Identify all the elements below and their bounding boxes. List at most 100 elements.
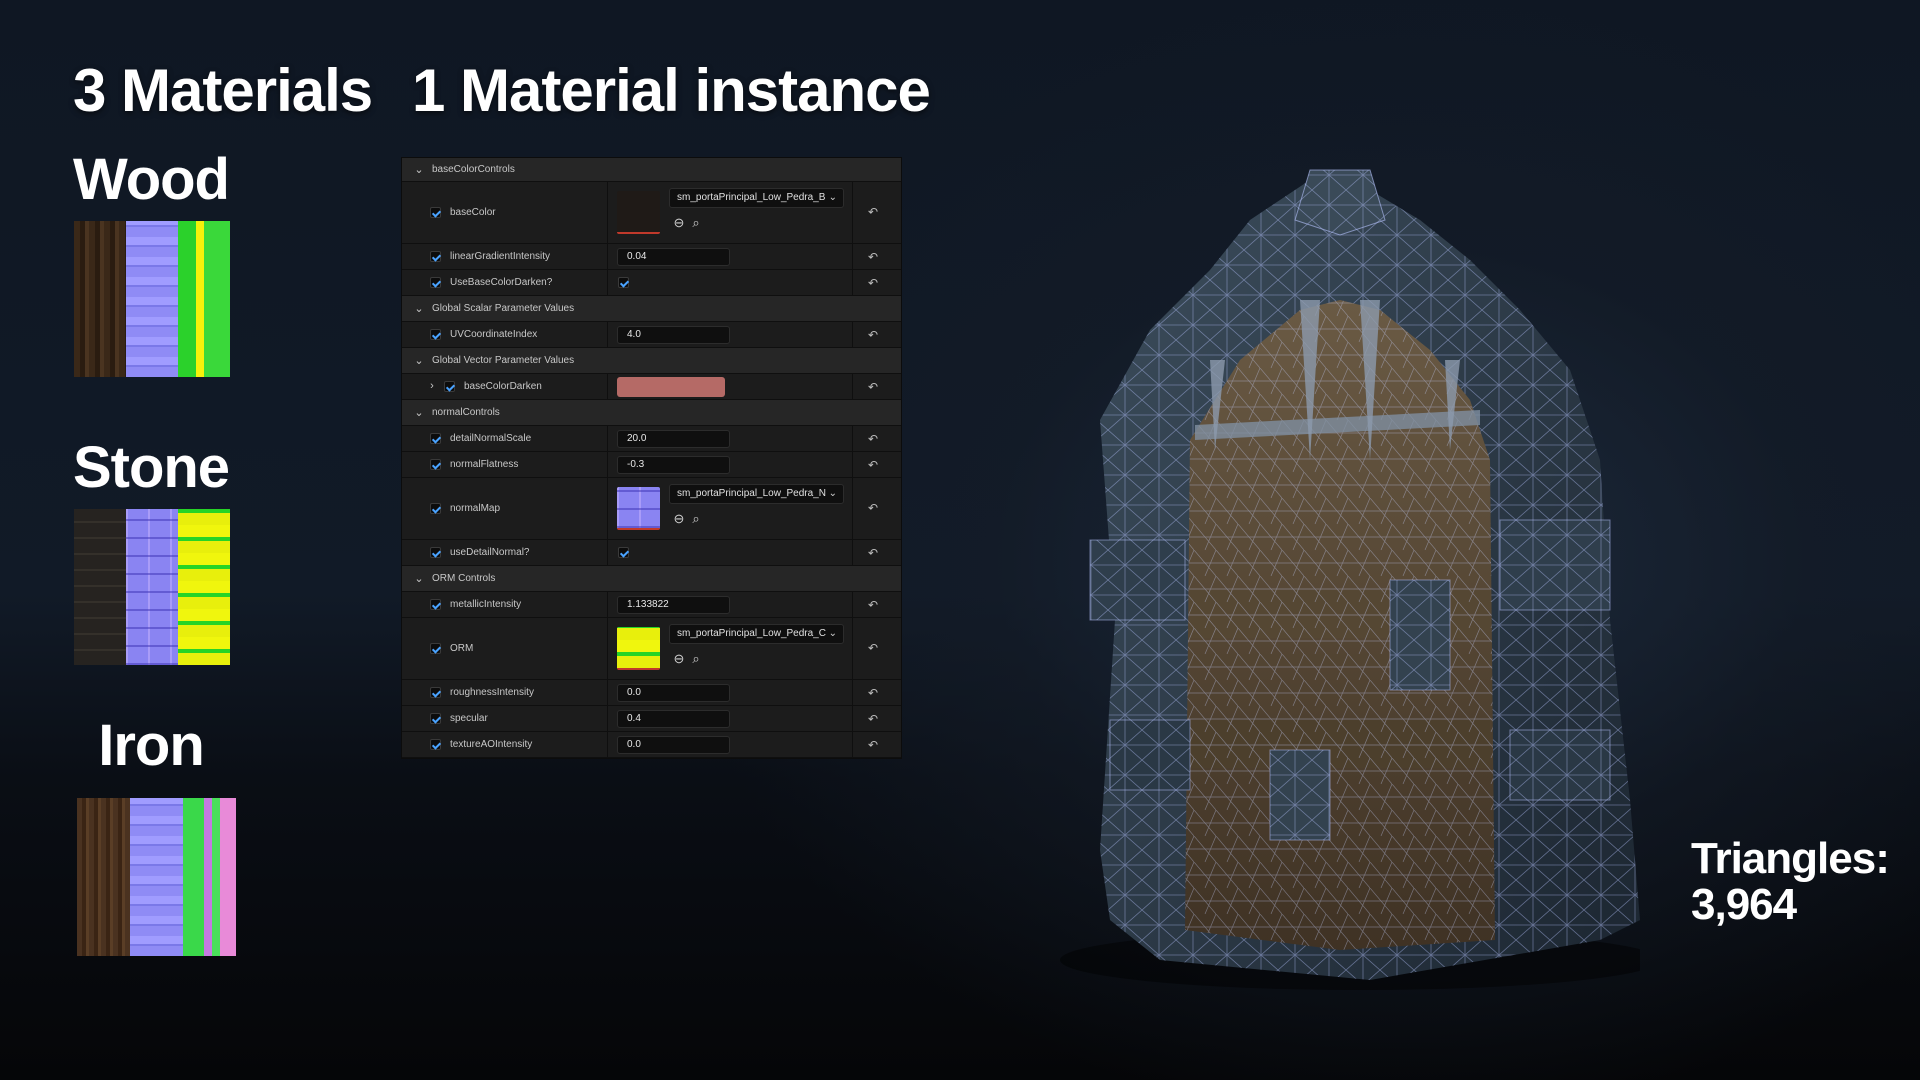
param-label: roughnessIntensity [450,687,534,698]
section-global-vector-parameter-values[interactable]: ⌄ Global Vector Parameter Values [402,348,901,374]
browse-arrow-icon[interactable]: ⊖ [672,216,686,230]
checkbox-icon[interactable] [430,687,441,698]
normal-map-asset-dropdown[interactable]: sm_portaPrincipal_Low_Pedra_N ⌄ [669,484,844,504]
base-color-texture-thumbnail[interactable] [617,191,660,234]
section-orm-controls[interactable]: ⌄ ORM Controls [402,566,901,592]
param-label: ORM [450,643,474,654]
chevron-down-icon[interactable]: ⌄ [413,354,425,367]
reset-arrow-icon[interactable]: ↶ [866,328,880,342]
wood-base-color-texture [74,221,126,377]
checkbox-icon[interactable] [430,503,441,514]
checkbox-icon[interactable] [430,713,441,724]
dropdown-arrow-icon: ⌄ [828,628,837,639]
search-icon[interactable]: ⌕ [689,216,703,230]
orm-texture-thumbnail[interactable] [617,627,660,670]
dropdown-arrow-icon: ⌄ [828,192,837,203]
reset-arrow-icon[interactable]: ↶ [866,738,880,752]
detail-normal-scale-field[interactable]: 20.0 [617,430,730,448]
param-row-linear-gradient-intensity: linearGradientIntensity 0.04 ↶ [402,244,901,270]
section-base-color-controls[interactable]: ⌄ baseColorControls [402,158,901,182]
dropdown-value: sm_portaPrincipal_Low_Pedra_B [677,192,826,203]
normal-map-texture-thumbnail[interactable] [617,487,660,530]
stone-normal-texture [126,509,178,665]
wood-label: Wood [73,147,230,212]
param-label: UVCoordinateIndex [450,329,538,340]
section-global-scalar-parameter-values[interactable]: ⌄ Global Scalar Parameter Values [402,296,901,322]
reset-arrow-icon[interactable]: ↶ [866,546,880,560]
reset-arrow-icon[interactable]: ↶ [866,380,880,394]
reset-arrow-icon[interactable]: ↶ [866,641,880,655]
param-row-specular: specular 0.4 ↶ [402,706,901,732]
chevron-down-icon[interactable]: ⌄ [413,163,425,176]
browse-arrow-icon[interactable]: ⊖ [672,652,686,666]
iron-normal-texture [130,798,183,956]
base-color-asset-dropdown[interactable]: sm_portaPrincipal_Low_Pedra_B ⌄ [669,188,844,208]
search-icon[interactable]: ⌕ [689,512,703,526]
checkbox-icon[interactable] [430,277,441,288]
reset-arrow-icon[interactable]: ↶ [866,501,880,515]
roughness-intensity-field[interactable]: 0.0 [617,684,730,702]
browse-arrow-icon[interactable]: ⊖ [672,512,686,526]
chevron-down-icon[interactable]: ⌄ [413,572,425,585]
use-base-color-darken-checkbox[interactable] [618,277,629,288]
param-label: normalMap [450,503,501,514]
reset-arrow-icon[interactable]: ↶ [866,686,880,700]
metallic-intensity-field[interactable]: 1.133822 [617,596,730,614]
reset-arrow-icon[interactable]: ↶ [866,598,880,612]
param-row-uv-coordinate-index: UVCoordinateIndex 4.0 ↶ [402,322,901,348]
checkbox-icon[interactable] [444,381,455,392]
normal-flatness-field[interactable]: -0.3 [617,456,730,474]
reset-arrow-icon[interactable]: ↶ [866,205,880,219]
param-label: UseBaseColorDarken? [450,277,553,288]
search-icon[interactable]: ⌕ [689,652,703,666]
reset-arrow-icon[interactable]: ↶ [866,458,880,472]
wood-normal-texture [126,221,178,377]
triangle-count-value: 3,964 [1691,880,1797,929]
base-color-darken-swatch[interactable] [617,377,725,397]
checkbox-icon[interactable] [430,433,441,444]
reset-arrow-icon[interactable]: ↶ [866,250,880,264]
checkbox-icon[interactable] [430,207,441,218]
param-label: normalFlatness [450,459,519,470]
iron-label: Iron [98,713,205,778]
param-row-normal-flatness: normalFlatness -0.3 ↶ [402,452,901,478]
checkbox-icon[interactable] [430,547,441,558]
chevron-down-icon[interactable]: ⌄ [413,406,425,419]
chevron-down-icon[interactable]: ⌄ [413,302,425,315]
param-row-use-detail-normal: useDetailNormal? ↶ [402,540,901,566]
iron-base-color-texture [77,798,130,956]
reset-arrow-icon[interactable]: ↶ [866,432,880,446]
dropdown-arrow-icon: ⌄ [828,488,837,499]
reset-arrow-icon[interactable]: ↶ [866,712,880,726]
param-label: baseColor [450,207,496,218]
checkbox-icon[interactable] [430,459,441,470]
checkbox-icon[interactable] [430,739,441,750]
section-label: normalControls [432,407,500,418]
reset-arrow-icon[interactable]: ↶ [866,276,880,290]
param-row-metallic-intensity: metallicIntensity 1.133822 ↶ [402,592,901,618]
checkbox-icon[interactable] [430,599,441,610]
linear-gradient-intensity-field[interactable]: 0.04 [617,248,730,266]
checkbox-icon[interactable] [430,329,441,340]
section-label: Global Vector Parameter Values [432,355,575,366]
chevron-right-icon[interactable]: › [426,380,438,392]
use-detail-normal-checkbox[interactable] [618,547,629,558]
triangle-count-label: Triangles: [1691,834,1890,883]
specular-field[interactable]: 0.4 [617,710,730,728]
orm-asset-dropdown[interactable]: sm_portaPrincipal_Low_Pedra_C ⌄ [669,624,844,644]
param-label: baseColorDarken [464,381,542,392]
uv-coordinate-index-field[interactable]: 4.0 [617,326,730,344]
checkbox-icon[interactable] [430,643,441,654]
param-row-normal-map: normalMap sm_portaPrincipal_Low_Pedra_N … [402,478,901,540]
param-label: textureAOIntensity [450,739,533,750]
checkbox-icon[interactable] [430,251,441,262]
section-normal-controls[interactable]: ⌄ normalControls [402,400,901,426]
stone-orm-texture [178,509,230,665]
texture-ao-intensity-field[interactable]: 0.0 [617,736,730,754]
materials-heading: 3 Materials [73,57,373,124]
door-wireframe-mesh [1060,169,1640,990]
stone-texture-strip [74,509,230,665]
material-instance-heading: 1 Material instance [412,57,931,124]
param-row-base-color-darken: › baseColorDarken ↶ [402,374,901,400]
param-label: linearGradientIntensity [450,251,551,262]
